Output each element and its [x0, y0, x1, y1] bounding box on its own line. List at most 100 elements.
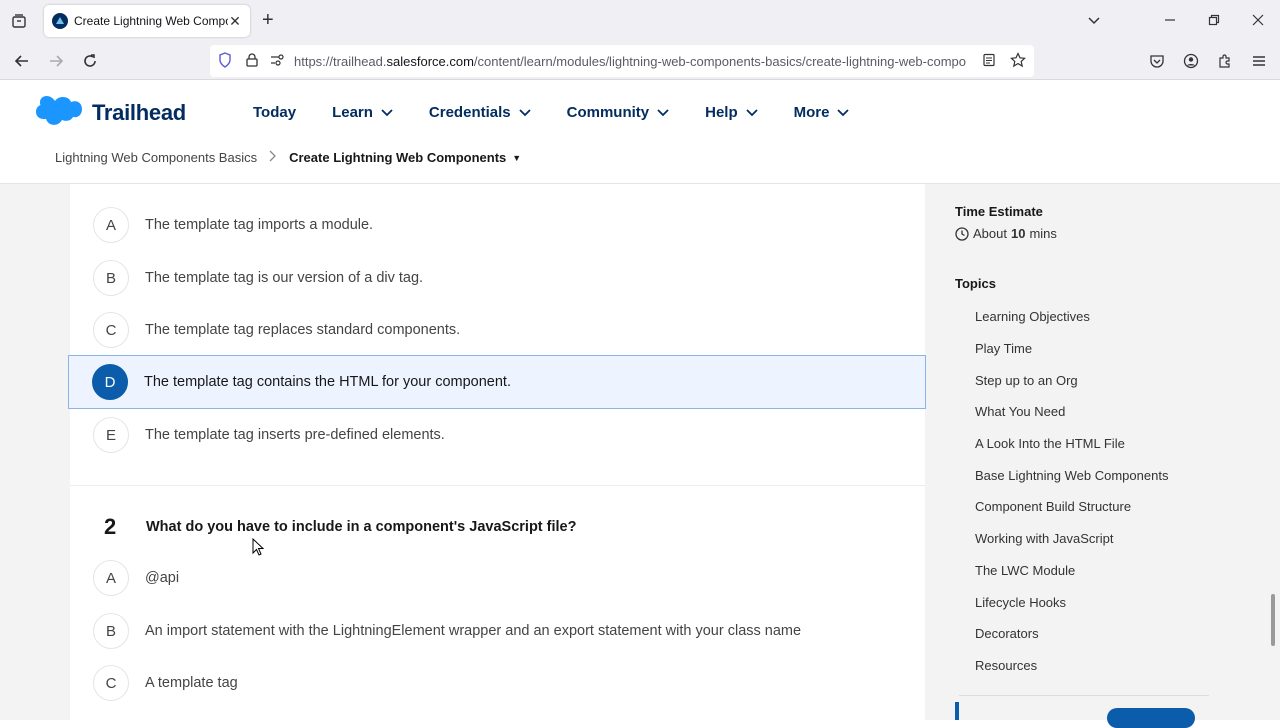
page-scrollbar[interactable]: [1271, 594, 1275, 646]
answer-text: The template tag is our version of a div…: [145, 270, 424, 286]
topic-link[interactable]: Lifecycle Hooks: [975, 595, 1066, 610]
mouse-cursor-icon: [252, 537, 265, 561]
caret-down-icon[interactable]: ▼: [512, 153, 521, 163]
site-header: Trailhead Today Learn Credentials Commun…: [0, 80, 1280, 184]
forward-arrow-icon[interactable]: [45, 50, 67, 72]
nav-credentials[interactable]: Credentials: [429, 104, 531, 121]
url-path: /content/learn/modules/lightning-web-com…: [473, 53, 967, 69]
question-2: 2 What do you have to include in a compo…: [104, 514, 576, 540]
topic-link[interactable]: Resources: [975, 658, 1037, 673]
main-nav: Today Learn Credentials Community Help M…: [253, 104, 885, 121]
restore-icon[interactable]: [1192, 0, 1236, 40]
topic-link[interactable]: A Look Into the HTML File: [975, 436, 1125, 451]
breadcrumb-unit[interactable]: Create Lightning Web Components: [289, 150, 506, 165]
minimize-icon[interactable]: [1148, 0, 1192, 40]
chevron-down-icon: [746, 104, 758, 121]
close-window-icon[interactable]: [1236, 0, 1280, 40]
browser-tab[interactable]: Create Lightning Web Compon ✕: [44, 5, 250, 37]
chevron-down-icon: [518, 104, 531, 121]
nav-more[interactable]: More: [794, 104, 850, 121]
nav-help[interactable]: Help: [705, 104, 758, 121]
url-prefix: https://trailhead.: [294, 53, 387, 69]
answer-text: @api: [145, 570, 180, 586]
q2-answer-a[interactable]: A @api: [70, 551, 925, 605]
chevron-right-icon: [269, 150, 277, 165]
topic-link[interactable]: The LWC Module: [975, 563, 1075, 578]
bookmark-star-icon[interactable]: [1010, 51, 1026, 71]
nav-label: Credentials: [428, 104, 511, 121]
nav-community[interactable]: Community: [567, 104, 670, 121]
q2-answer-b[interactable]: B An import statement with the Lightning…: [70, 604, 925, 658]
topic-link[interactable]: What You Need: [975, 404, 1065, 419]
time-unit: mins: [1029, 226, 1057, 241]
q1-answer-b[interactable]: B The template tag is our version of a d…: [70, 251, 925, 305]
pocket-icon[interactable]: [1146, 50, 1168, 72]
reader-view-icon[interactable]: [982, 53, 996, 70]
sidebar-divider: [959, 695, 1209, 696]
lock-icon[interactable]: [246, 52, 258, 70]
salesforce-cloud-icon: [36, 96, 82, 125]
answer-letter: C: [93, 665, 129, 701]
time-estimate-value: About 10 mins: [955, 226, 1057, 241]
shield-icon[interactable]: [218, 51, 232, 71]
answer-text: An import statement with the LightningEl…: [145, 623, 802, 639]
q1-answer-e[interactable]: E The template tag inserts pre-defined e…: [70, 408, 925, 462]
quiz-card: A The template tag imports a module. B T…: [68, 184, 926, 720]
topic-link[interactable]: Learning Objectives: [975, 309, 1090, 324]
tab-list-icon[interactable]: [8, 10, 30, 32]
answer-letter: D: [92, 364, 128, 400]
chevron-down-icon: [657, 104, 669, 121]
sidebar-action-button[interactable]: [1107, 708, 1195, 728]
back-arrow-icon[interactable]: [11, 50, 33, 72]
nav-label: Help: [705, 104, 738, 121]
nav-learn[interactable]: Learn: [332, 104, 393, 121]
menu-icon[interactable]: [1248, 50, 1270, 72]
q1-answer-a[interactable]: A The template tag imports a module.: [70, 198, 925, 252]
nav-label: Learn: [332, 104, 373, 121]
address-bar[interactable]: https://trailhead.salesforce.com/content…: [210, 45, 1034, 77]
list-all-tabs-icon[interactable]: [1084, 10, 1104, 30]
breadcrumb: Lightning Web Components Basics Create L…: [55, 150, 521, 165]
question-divider: [70, 485, 925, 486]
breadcrumb-module[interactable]: Lightning Web Components Basics: [55, 150, 257, 165]
nav-label: Community: [566, 104, 650, 121]
question-number: 2: [104, 514, 117, 539]
sidebar-accent-bar: [955, 702, 959, 720]
answer-letter: A: [93, 207, 129, 243]
tab-title: Create Lightning Web Compon: [74, 14, 228, 28]
url-text[interactable]: https://trailhead.salesforce.com/content…: [294, 54, 974, 69]
account-icon[interactable]: [1180, 50, 1202, 72]
close-tab-icon[interactable]: ✕: [228, 13, 242, 30]
answer-letter: A: [93, 560, 129, 596]
topic-link[interactable]: Component Build Structure: [975, 499, 1131, 514]
chevron-down-icon: [381, 104, 393, 121]
new-tab-icon[interactable]: +: [262, 10, 280, 32]
topic-link[interactable]: Working with JavaScript: [975, 531, 1113, 546]
permissions-icon[interactable]: [270, 53, 284, 69]
nav-label: Today: [253, 104, 297, 121]
time-estimate-label: Time Estimate: [955, 204, 1043, 219]
navigation-toolbar: https://trailhead.salesforce.com/content…: [0, 42, 1280, 80]
reload-icon[interactable]: [79, 50, 101, 72]
answer-letter: B: [93, 260, 129, 296]
q2-answer-c[interactable]: C A template tag: [70, 656, 925, 710]
browser-chrome: Create Lightning Web Compon ✕ + https://…: [0, 0, 1280, 80]
q1-answer-c[interactable]: C The template tag replaces standard com…: [70, 303, 925, 357]
answer-letter: E: [93, 417, 129, 453]
toolbar-right: [1146, 50, 1270, 72]
trailhead-logo[interactable]: Trailhead: [36, 96, 186, 130]
extensions-icon[interactable]: [1214, 50, 1236, 72]
nav-label: More: [793, 104, 830, 121]
q1-answer-d-selected[interactable]: D The template tag contains the HTML for…: [68, 355, 926, 409]
answer-text: The template tag inserts pre-defined ele…: [145, 427, 445, 443]
topic-link[interactable]: Play Time: [975, 341, 1032, 356]
topics-label: Topics: [955, 276, 996, 291]
topic-link[interactable]: Base Lightning Web Components: [975, 468, 1168, 483]
brand-name: Trailhead: [92, 100, 186, 125]
topic-link[interactable]: Decorators: [975, 626, 1039, 641]
window-controls: [1148, 0, 1280, 40]
nav-today[interactable]: Today: [253, 104, 296, 121]
url-domain: salesforce.com: [386, 53, 474, 69]
topic-link[interactable]: Step up to an Org: [975, 373, 1078, 388]
answer-text: The template tag imports a module.: [145, 217, 374, 233]
